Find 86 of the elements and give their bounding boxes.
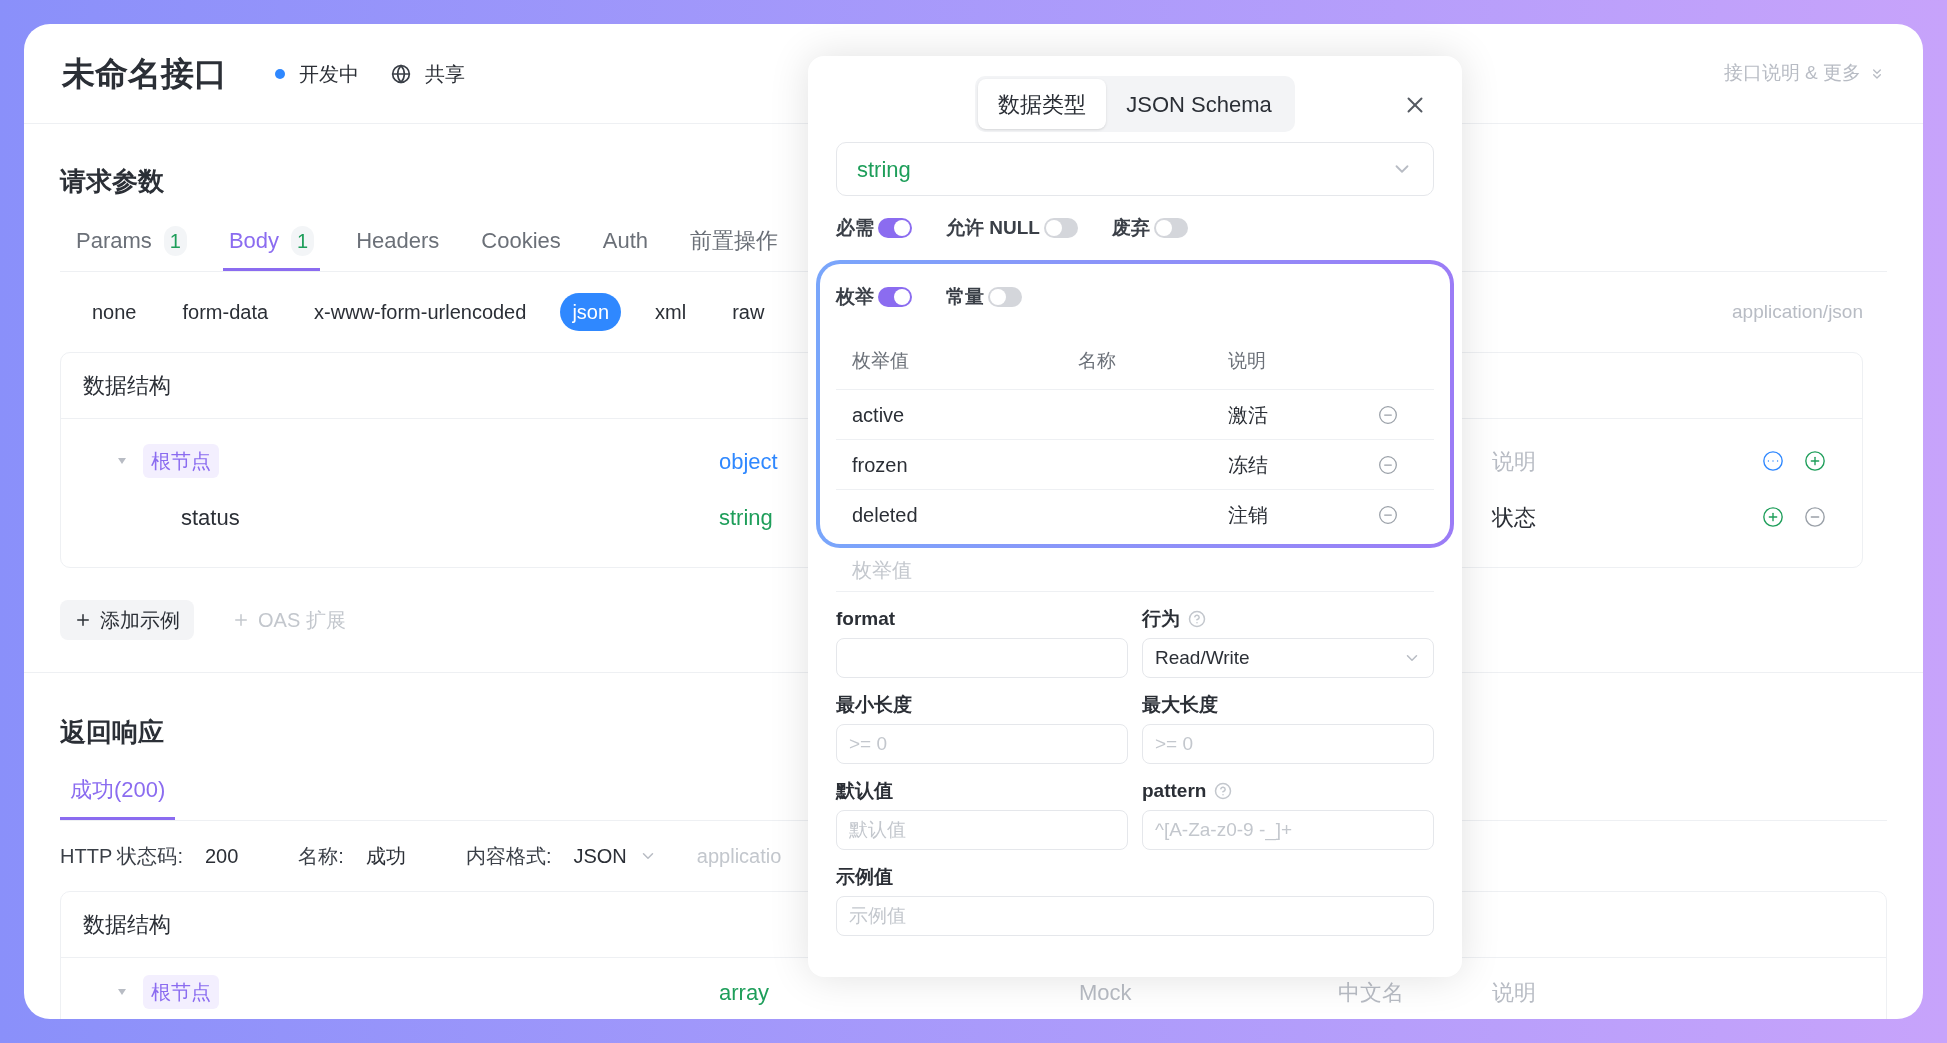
input-field[interactable]: 默认值: [836, 810, 1128, 850]
switch-label: 枚举: [836, 284, 874, 309]
status-label[interactable]: 开发中: [299, 58, 359, 89]
field-label: 示例值: [836, 864, 893, 889]
body-type-option[interactable]: raw: [720, 293, 777, 331]
field-label: 默认值: [836, 778, 893, 803]
content-type-label: applicatio: [696, 844, 782, 869]
count-badge: 1: [163, 225, 187, 256]
remove-icon[interactable]: [1804, 506, 1826, 528]
field-label: 最大长度: [1142, 692, 1218, 717]
section-title: 请求参数: [60, 165, 164, 198]
field-label: format: [836, 606, 896, 631]
description-field[interactable]: 状态: [1492, 504, 1536, 530]
switch-label: 允许 NULL: [946, 215, 1040, 240]
enum-value[interactable]: deleted: [852, 500, 1228, 530]
enum-value[interactable]: active: [852, 399, 1228, 430]
remove-icon[interactable]: [1378, 454, 1398, 475]
column-header: 枚举值: [852, 349, 910, 374]
caret-icon[interactable]: [117, 988, 127, 996]
toggle-switch[interactable]: [988, 287, 1022, 307]
tab[interactable]: Auth: [596, 213, 655, 271]
field-name: status: [181, 503, 240, 532]
column-header: 说明: [1228, 349, 1267, 374]
field-label: 最小长度: [836, 692, 912, 717]
toggle-switch[interactable]: [878, 218, 912, 238]
count-badge: 1: [291, 225, 315, 256]
field-label: 行为: [1142, 606, 1180, 631]
input-field[interactable]: >= 0: [836, 724, 1128, 764]
body-type-option[interactable]: xml: [643, 293, 699, 331]
globe-icon[interactable]: [391, 63, 411, 84]
add-icon[interactable]: [1762, 506, 1784, 528]
page-title: 未命名接口: [62, 53, 227, 94]
type-label: object: [719, 448, 778, 474]
body-type-option[interactable]: none: [80, 293, 149, 331]
meta-value[interactable]: JSON: [573, 841, 627, 871]
toggle-switch[interactable]: [1153, 218, 1188, 238]
input-field[interactable]: ^[A-Za-z0-9 -_]+: [1142, 810, 1434, 850]
switch-label: 常量: [946, 284, 984, 309]
body-type-option[interactable]: x-www-form-urlencoded: [302, 293, 539, 331]
tab[interactable]: 成功(200): [60, 762, 176, 820]
toggle-switch[interactable]: [1043, 218, 1078, 238]
add-action-button[interactable]: 添加示例: [60, 600, 194, 640]
remove-icon[interactable]: [1378, 505, 1398, 525]
input-field[interactable]: >= 0: [1142, 724, 1434, 764]
segmented-tab[interactable]: JSON Schema: [1106, 79, 1292, 129]
add-icon[interactable]: [1804, 450, 1826, 472]
tab[interactable]: Params 1: [70, 213, 193, 271]
column-header: 名称: [1078, 349, 1117, 374]
toggle-switch[interactable]: [878, 287, 912, 307]
content-type-label: application/json: [1732, 299, 1863, 324]
help-icon[interactable]: [1188, 610, 1206, 628]
enum-description[interactable]: 激活: [1228, 399, 1378, 430]
segmented-tab[interactable]: 数据类型: [978, 79, 1107, 129]
help-icon[interactable]: [1214, 782, 1233, 800]
field-label: pattern: [1142, 778, 1207, 803]
section-title: 返回响应: [60, 716, 164, 749]
type-label: array: [719, 979, 770, 1005]
enum-description[interactable]: 注销: [1228, 500, 1378, 530]
body-type-option[interactable]: form-data: [170, 293, 281, 331]
share-link[interactable]: 共享: [425, 58, 465, 89]
switch-label: 废弃: [1111, 215, 1150, 240]
more-icon[interactable]: [1762, 450, 1784, 472]
panel-title: 数据结构: [83, 911, 171, 939]
panel-title: 数据结构: [83, 372, 171, 400]
remove-icon[interactable]: [1378, 404, 1398, 425]
caret-icon[interactable]: [117, 457, 127, 465]
input-field[interactable]: 示例值: [836, 896, 1434, 936]
meta-value: 成功: [365, 844, 406, 869]
meta-label: 名称:: [298, 844, 344, 869]
input-field[interactable]: [836, 638, 1128, 678]
root-node-tag: 根节点: [143, 444, 219, 478]
root-node-tag: 根节点: [143, 975, 219, 1009]
plus-icon: [232, 611, 250, 629]
type-label: string: [719, 504, 773, 530]
enum-description[interactable]: 冻结: [1228, 449, 1378, 480]
meta-value: 200: [204, 844, 239, 869]
tab[interactable]: 前置操作: [684, 213, 785, 271]
meta-label: 内容格式:: [465, 844, 552, 869]
switch-label: 必需: [836, 215, 874, 240]
plus-icon: [74, 611, 92, 629]
tab[interactable]: Body 1: [222, 213, 321, 271]
enum-value[interactable]: frozen: [852, 449, 1228, 480]
behavior-select[interactable]: Read/Write: [1142, 638, 1434, 678]
tab[interactable]: Cookies: [475, 213, 567, 271]
meta-label: HTTP 状态码:: [60, 844, 183, 869]
tab[interactable]: Headers: [350, 213, 446, 271]
